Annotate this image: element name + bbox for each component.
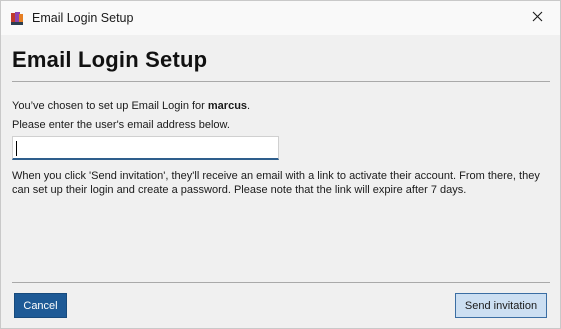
text-caret [16,141,17,156]
app-books-icon [10,11,24,26]
intro-text: You’ve chosen to set up Email Login for … [12,99,250,113]
cancel-button[interactable]: Cancel [14,293,67,318]
username: marcus [207,100,248,112]
close-button[interactable] [514,1,560,35]
dialog-window: Email Login Setup Email Login Setup You’… [0,0,561,329]
close-icon [532,9,543,27]
header-divider [12,81,550,82]
send-invitation-button[interactable]: Send invitation [455,293,547,318]
title-bar: Email Login Setup [1,1,560,35]
instruction-text: Please enter the user's email address be… [12,119,230,131]
intro-suffix: . [247,100,251,112]
window-title: Email Login Setup [32,11,134,25]
page-title: Email Login Setup [12,47,208,72]
footer-divider [12,282,550,283]
email-field[interactable] [12,136,279,160]
info-text: When you click 'Send invitation', they'l… [12,170,540,196]
intro-prefix: You’ve chosen to set up Email Login for [12,100,208,112]
